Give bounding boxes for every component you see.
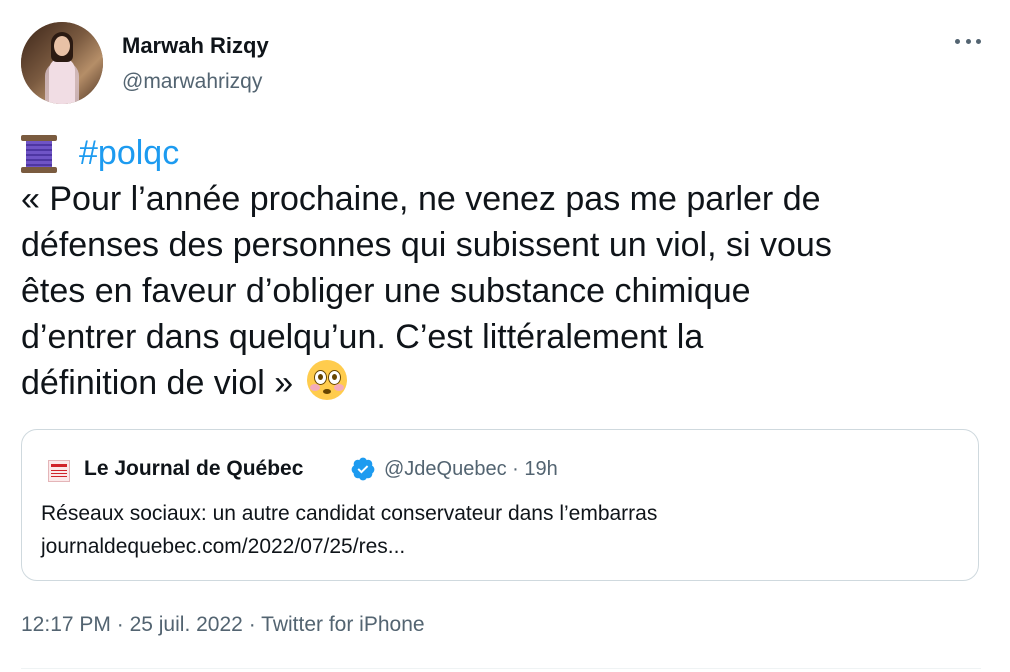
quoted-handle[interactable]: @JdeQuebec xyxy=(384,458,507,480)
avatar-head xyxy=(54,36,70,56)
tweet-date[interactable]: 25 juil. 2022 xyxy=(130,613,243,636)
tweet-source[interactable]: Twitter for iPhone xyxy=(261,613,424,636)
separator: · xyxy=(248,613,256,636)
spool-of-thread-icon xyxy=(21,133,57,173)
more-dot xyxy=(965,38,971,44)
more-dot xyxy=(976,38,981,44)
more-dot xyxy=(955,38,960,44)
verified-badge-icon xyxy=(351,457,375,481)
separator: · xyxy=(116,613,124,636)
journal-logo-icon xyxy=(48,460,70,482)
quoted-meta: @JdeQuebec · 19h xyxy=(384,458,558,481)
tweet-meta: 12:17 PM · 25 juil. 2022 · Twitter for i… xyxy=(21,613,425,637)
divider xyxy=(21,668,981,669)
separator: · xyxy=(512,458,519,480)
tweet-line: défenses des personnes qui subissent un … xyxy=(21,226,832,264)
tweet-time[interactable]: 12:17 PM xyxy=(21,613,111,636)
quoted-text: Réseaux sociaux: un autre candidat conse… xyxy=(41,502,658,525)
tweet-line: êtes en faveur d’obliger une substance c… xyxy=(21,272,751,310)
tweet-line: « Pour l’année prochaine, ne venez pas m… xyxy=(21,180,821,218)
quoted-author-name[interactable]: Le Journal de Québec xyxy=(84,457,303,481)
quoted-link[interactable]: journaldequebec.com/2022/07/25/res... xyxy=(41,531,405,563)
quoted-tweet-card[interactable]: Le Journal de Québec @JdeQuebec · 19h Ré… xyxy=(21,429,979,581)
tweet-last-line: définition de viol » xyxy=(21,360,981,406)
tweet-line: d’entrer dans quelqu’un. C’est littérale… xyxy=(21,318,704,356)
hashtag-link[interactable]: #polqc xyxy=(79,130,179,176)
hashtag-line: #polqc xyxy=(21,130,981,176)
author-display-name[interactable]: Marwah Rizqy xyxy=(122,33,269,59)
more-options-icon[interactable] xyxy=(955,31,981,51)
author-handle[interactable]: @marwahrizqy xyxy=(122,70,262,94)
tweet-line: définition de viol » xyxy=(21,364,294,402)
author-avatar[interactable] xyxy=(21,22,103,104)
avatar-body xyxy=(49,58,75,104)
quoted-time[interactable]: 19h xyxy=(524,458,557,480)
tweet-text: #polqc « Pour l’année prochaine, ne vene… xyxy=(21,130,981,406)
flushed-face-icon xyxy=(306,360,347,400)
